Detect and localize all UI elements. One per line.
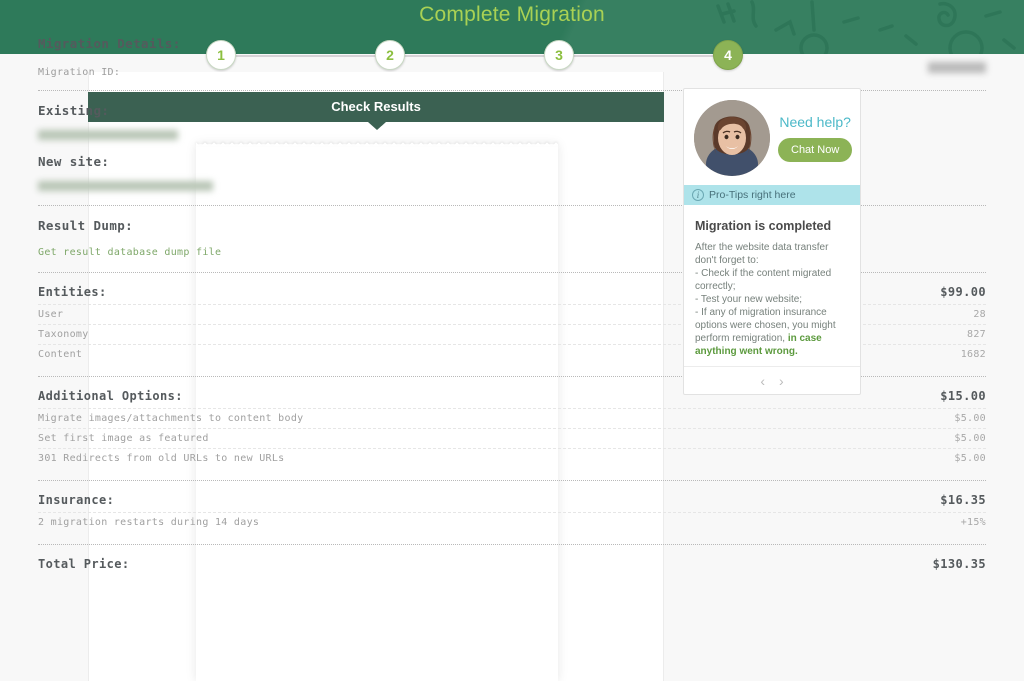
line-item-value: +15% xyxy=(960,517,986,528)
total-price-value: $130.35 xyxy=(932,557,986,571)
help-panel: Need help? Chat Now i Pro-Tips right her… xyxy=(683,88,861,395)
page-title: Complete Migration xyxy=(419,3,605,26)
migration-id-label: Migration ID: xyxy=(38,67,121,78)
group-total-entities: $99.00 xyxy=(940,285,986,299)
line-item-label: 2 migration restarts during 14 days xyxy=(38,517,260,528)
chevron-left-icon[interactable]: ‹ xyxy=(760,374,765,388)
pro-tips-text: After the website data transfer don't fo… xyxy=(695,241,849,358)
line-item-label: 301 Redirects from old URLs to new URLs xyxy=(38,453,285,464)
migration-id-row: Migration ID: xyxy=(38,60,986,78)
group-header-insurance: Insurance: $16.35 xyxy=(38,493,986,512)
help-panel-cta: Need help? Chat Now xyxy=(770,114,853,162)
migration-details-title: Migration Details: xyxy=(38,36,181,51)
chat-now-button[interactable]: Chat Now xyxy=(778,138,853,162)
receipt-divider xyxy=(38,544,986,545)
total-price-label: Total Price: xyxy=(38,557,130,571)
pro-tips-body: Migration is completed After the website… xyxy=(684,205,860,366)
line-item-value: $5.00 xyxy=(954,433,986,444)
line-item-value: 1682 xyxy=(960,349,986,360)
line-item-label: Taxonomy xyxy=(38,329,89,340)
line-item-label: Set first image as featured xyxy=(38,433,209,444)
line-item-label: User xyxy=(38,309,64,320)
pro-tips-line-2: - Check if the content migrated correctl… xyxy=(695,268,832,292)
pro-tips-title: Migration is completed xyxy=(695,219,832,233)
result-dump-download-link[interactable]: Get result database dump file xyxy=(38,247,221,258)
new-site-value-redacted xyxy=(38,180,213,191)
line-item-value: $5.00 xyxy=(954,413,986,424)
receipt-line-item: Set first image as featured $5.00 xyxy=(38,428,986,448)
group-name-additional-options: Additional Options: xyxy=(38,389,183,403)
line-item-label: Migrate images/attachments to content bo… xyxy=(38,413,304,424)
pro-tips-line-1: After the website data transfer don't fo… xyxy=(695,242,829,266)
pro-tips-bar: i Pro-Tips right here xyxy=(684,185,860,205)
total-price-row: Total Price: $130.35 xyxy=(38,557,986,571)
line-item-value: 28 xyxy=(973,309,986,320)
line-item-value: $5.00 xyxy=(954,453,986,464)
help-panel-top: Need help? Chat Now xyxy=(684,89,860,185)
pro-tips-line-3: - Test your new website; xyxy=(695,294,803,305)
existing-site-value-redacted xyxy=(38,129,178,140)
receipt-line-item: 2 migration restarts during 14 days +15% xyxy=(38,512,986,532)
support-agent-avatar xyxy=(694,100,770,176)
pro-tips-navigation: ‹ › xyxy=(684,366,860,394)
migration-id-value-redacted xyxy=(928,62,986,73)
receipt-line-item: Migrate images/attachments to content bo… xyxy=(38,408,986,428)
receipt-divider xyxy=(38,480,986,481)
info-icon: i xyxy=(692,189,704,201)
chevron-right-icon[interactable]: › xyxy=(779,374,784,388)
group-name-entities: Entities: xyxy=(38,285,107,299)
pro-tips-label: Pro-Tips right here xyxy=(709,189,796,201)
need-help-label: Need help? xyxy=(779,114,851,130)
line-item-value: 827 xyxy=(967,329,986,340)
group-total-additional-options: $15.00 xyxy=(940,389,986,403)
receipt-line-item: 301 Redirects from old URLs to new URLs … xyxy=(38,448,986,468)
group-total-insurance: $16.35 xyxy=(940,493,986,507)
line-item-label: Content xyxy=(38,349,83,360)
group-name-insurance: Insurance: xyxy=(38,493,115,507)
